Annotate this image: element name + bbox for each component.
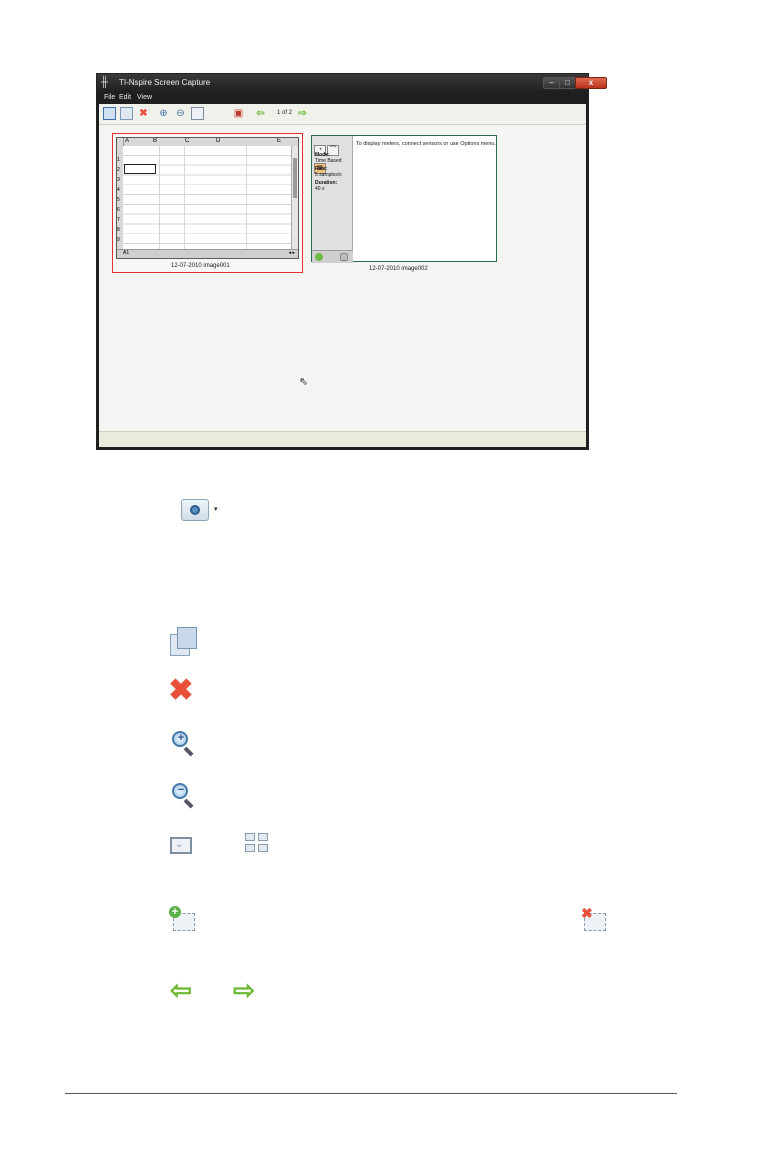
capture-camera-icon — [181, 499, 209, 521]
mode-value: Time Based — [315, 158, 342, 164]
page-counter: 1 of 2 — [277, 110, 293, 116]
previous-arrow-icon: ⇦ — [170, 975, 192, 1005]
tile — [245, 844, 255, 852]
tile — [258, 833, 268, 841]
rate-value: 5 samples/s — [315, 172, 342, 178]
menu-edit[interactable]: Edit — [119, 94, 131, 101]
row-label: 3 — [117, 177, 120, 183]
fit-chevron: ⌄ — [175, 839, 184, 850]
column-label: E — [277, 138, 282, 144]
column-label: D — [216, 138, 221, 144]
vertical-scrollbar — [291, 146, 298, 249]
next-arrow-icon[interactable]: ⇨ — [296, 107, 309, 120]
row-label: 7 — [117, 217, 120, 223]
add-border-icon: + — [167, 905, 199, 935]
save-icon[interactable] — [103, 107, 116, 120]
screen-capture-window: ╫ TI-Nspire Screen Capture – □ x File Ed… — [96, 73, 607, 450]
spreadsheet-preview: A B C D E 1 2 3 4 5 6 7 8 9 A1 ◂ ▸ — [116, 137, 299, 259]
duration-value: 40 s — [315, 186, 325, 192]
cell-reference: A1 — [123, 250, 130, 256]
sheet-nav-arrows-icon: ◂ ▸ — [288, 250, 295, 256]
row-label: 5 — [117, 197, 120, 203]
minimize-button[interactable]: – — [543, 77, 560, 89]
row-label: 8 — [117, 227, 120, 233]
column-label: B — [153, 138, 158, 144]
tile-view-icon[interactable] — [120, 107, 133, 120]
tile — [245, 833, 255, 841]
tile-view-icon — [245, 833, 271, 855]
zoom-handle — [183, 746, 194, 757]
data-collection-sidebar: ◔ ⌒▤ Mode: Time Based Rate: 5 samples/s D… — [312, 136, 353, 263]
menu-view[interactable]: View — [137, 94, 152, 101]
formula-bar: A1 ◂ ▸ — [117, 249, 298, 258]
minus-symbol: − — [177, 784, 185, 796]
status-bar — [99, 431, 586, 447]
next-arrow-icon: ⇨ — [233, 975, 255, 1005]
thumbnail-caption: 12-07-2010 image001 — [171, 263, 230, 269]
remove-border-icon: ✖ — [578, 905, 610, 935]
copy-pages-icon — [167, 625, 197, 656]
plus-badge: + — [169, 906, 181, 918]
window-title: TI-Nspire Screen Capture — [119, 78, 211, 87]
page-footer-rule — [65, 1093, 677, 1094]
previous-arrow-icon[interactable]: ⇦ — [254, 107, 267, 120]
zoom-handle — [183, 798, 194, 809]
row-label: 1 — [117, 157, 120, 163]
thumbnail-caption: 12-07-2010 image002 — [369, 266, 428, 272]
tile — [258, 844, 268, 852]
zoom-in-icon: + — [167, 728, 197, 758]
thumbnail-image002[interactable]: ◔ ⌒▤ Mode: Time Based Rate: 5 samples/s D… — [311, 135, 497, 263]
maximize-button[interactable]: □ — [559, 77, 576, 89]
sensor-message: To display meters, connect sensors or us… — [356, 141, 497, 147]
sidebar-footer — [312, 250, 353, 263]
plus-symbol: + — [177, 732, 185, 744]
page-front — [177, 627, 197, 649]
row-label: 9 — [117, 237, 120, 243]
reset-icon — [340, 253, 348, 261]
selected-cell — [124, 164, 156, 174]
zoom-out-icon: − — [167, 780, 197, 810]
column-label: C — [185, 138, 190, 144]
zoom-out-icon[interactable]: ⊖ — [174, 107, 187, 120]
chevron-down-icon: ▾ — [214, 506, 218, 513]
fit-to-window-icon: ⌄ — [167, 832, 197, 862]
row-label: 2 — [117, 167, 120, 173]
close-button[interactable]: x — [575, 77, 607, 89]
thumbnail-image001[interactable]: A B C D E 1 2 3 4 5 6 7 8 9 A1 ◂ ▸ 12-07… — [112, 133, 303, 273]
add-border-icon[interactable]: ▣ — [232, 107, 245, 120]
row-label: 6 — [117, 207, 120, 213]
zoom-in-icon[interactable]: ⊕ — [157, 107, 170, 120]
cell-grid-columns — [123, 146, 291, 249]
scroll-thumb — [293, 158, 297, 198]
menu-bar: File Edit View — [97, 92, 588, 104]
capture-canvas: A B C D E 1 2 3 4 5 6 7 8 9 A1 ◂ ▸ 12-07… — [99, 125, 586, 431]
menu-file[interactable]: File — [104, 94, 115, 101]
app-logo-icon: ╫ — [101, 77, 109, 88]
mouse-cursor-icon: ⇖ — [299, 376, 309, 388]
toolbar: ✖ ⊕ ⊖ ▣ ⇦ 1 of 2 ⇨ — [99, 104, 586, 125]
fit-icon[interactable] — [191, 107, 204, 120]
delete-icon[interactable]: ✖ — [137, 107, 150, 120]
column-label: A — [125, 138, 130, 144]
title-bar: ╫ TI-Nspire Screen Capture – □ x — [97, 74, 607, 92]
delete-icon: ✖ — [168, 674, 194, 707]
start-collection-icon — [315, 253, 323, 261]
camera-lens — [190, 505, 200, 515]
row-label: 4 — [117, 187, 120, 193]
remove-badge: ✖ — [581, 905, 593, 921]
